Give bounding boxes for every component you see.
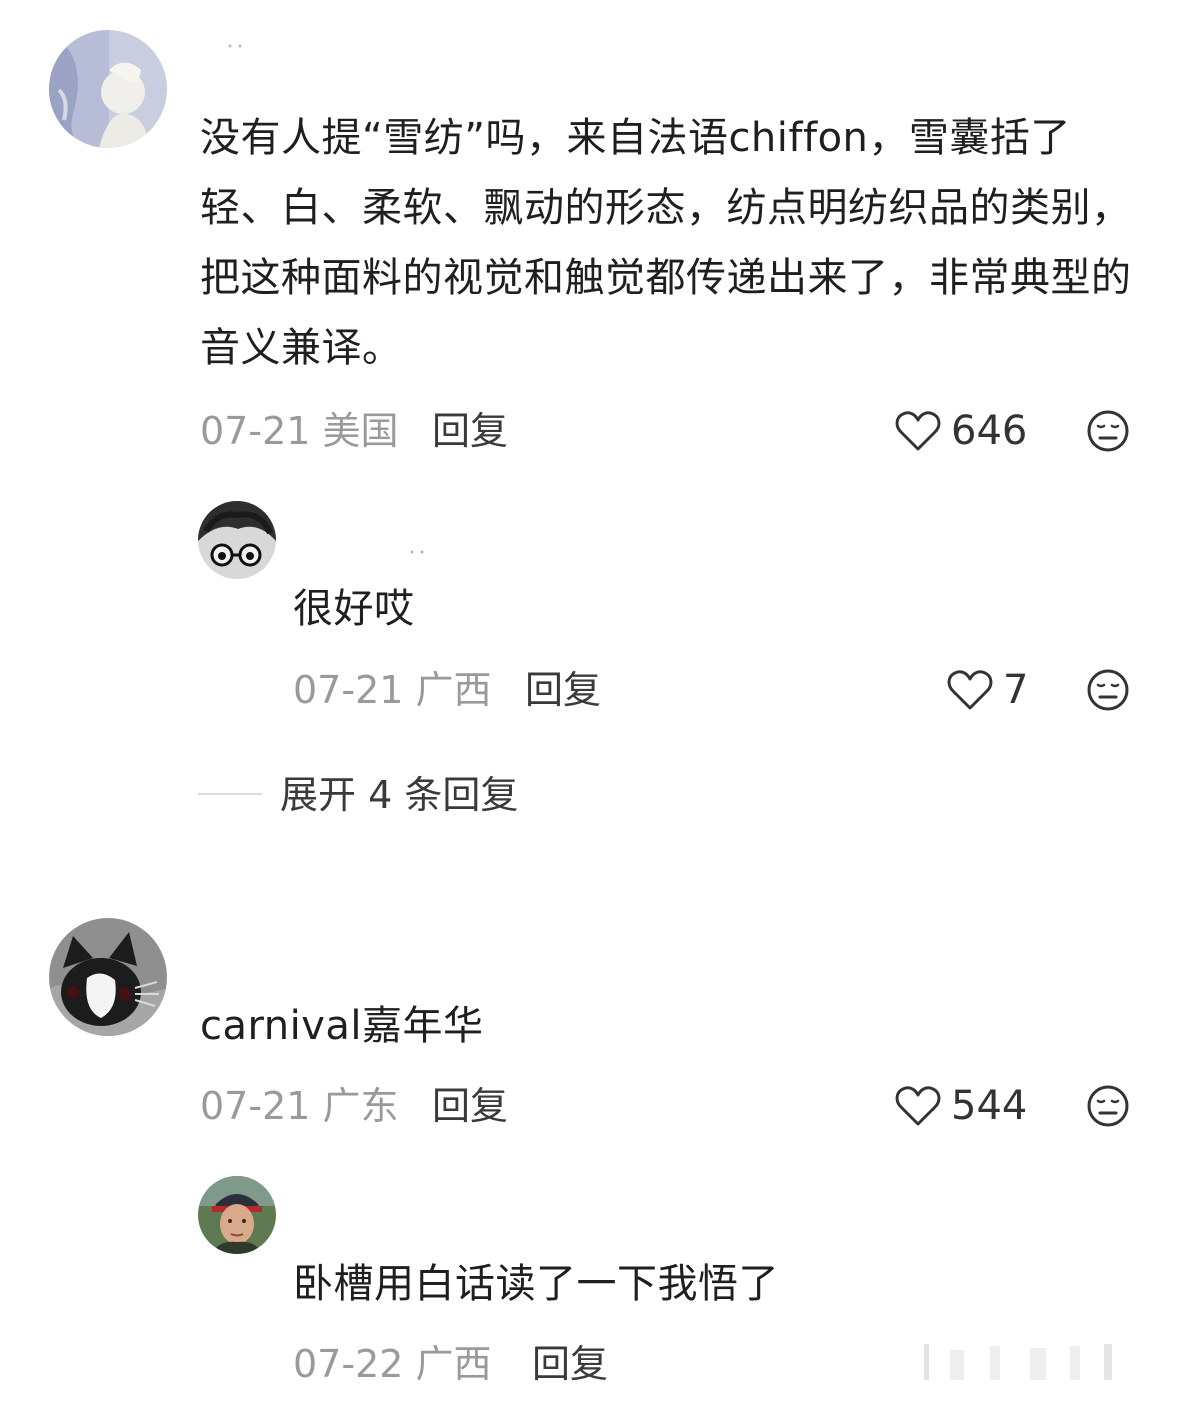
comment-text: carnival嘉年华 xyxy=(200,1003,484,1049)
like-button[interactable]: 7 xyxy=(947,665,1028,715)
reply-date-location: 07-21 广西 xyxy=(293,668,492,712)
reply-date-location: 07-22 广西 xyxy=(293,1342,492,1386)
neutral-face-icon xyxy=(1087,410,1129,452)
dislike-button[interactable] xyxy=(1086,409,1130,453)
reply-button[interactable]: 回复 xyxy=(532,1339,608,1389)
reply-text: 卧槽用白话读了一下我悟了 xyxy=(293,1261,779,1307)
dislike-button[interactable] xyxy=(1086,668,1130,712)
comment-text: 没有人提“雪纺”吗，来自法语chiffon，雪囊括了轻、白、柔软、飘动的形态，纺… xyxy=(200,115,1132,371)
neutral-face-icon xyxy=(1087,1085,1129,1127)
like-count: 646 xyxy=(951,408,1028,454)
comment-date-location: 07-21 美国 xyxy=(200,409,399,453)
reply-button[interactable]: 回复 xyxy=(432,406,508,456)
comment-date-location: 07-21 广东 xyxy=(200,1084,399,1128)
dislike-button[interactable] xyxy=(1086,1084,1130,1128)
expand-replies-button[interactable]: 展开 4 条回复 xyxy=(280,770,518,820)
heart-outline-icon xyxy=(895,1086,941,1126)
like-button[interactable]: 544 xyxy=(895,1081,1027,1131)
username-placeholder xyxy=(228,44,242,48)
avatar[interactable] xyxy=(198,501,276,579)
like-button[interactable]: 646 xyxy=(895,406,1027,456)
like-count: 544 xyxy=(951,1083,1028,1129)
reply-button[interactable]: 回复 xyxy=(432,1081,508,1131)
avatar[interactable] xyxy=(198,1176,276,1254)
neutral-face-icon xyxy=(1087,669,1129,711)
reply-text: 很好哎 xyxy=(293,586,415,632)
avatar[interactable] xyxy=(49,30,167,148)
expand-divider xyxy=(198,793,262,795)
heart-outline-icon xyxy=(947,670,993,710)
username-placeholder xyxy=(410,550,424,554)
watermark xyxy=(924,1344,1112,1380)
heart-outline-icon xyxy=(895,411,941,451)
avatar[interactable] xyxy=(49,918,167,1036)
reply-button[interactable]: 回复 xyxy=(525,665,601,715)
like-count: 7 xyxy=(1003,667,1029,713)
